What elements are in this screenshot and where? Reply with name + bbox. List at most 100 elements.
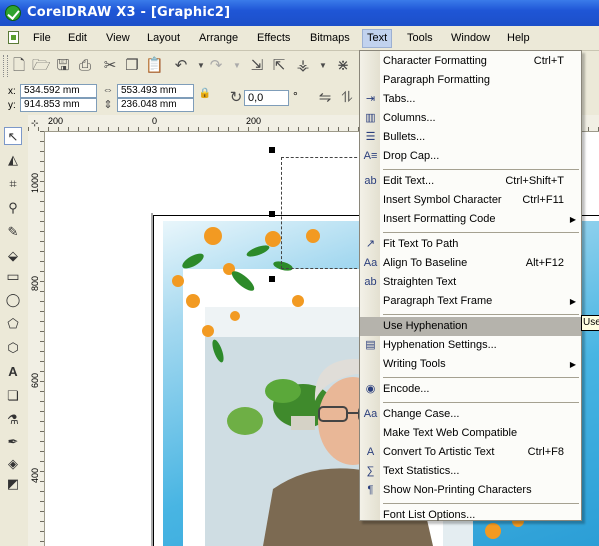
menu-window[interactable]: Window [447, 30, 494, 47]
new-document-icon[interactable]: 🗋 [10, 57, 28, 75]
menu-item-use-hyphenation[interactable]: Use Hyphenation [360, 317, 581, 336]
menu-item-encode[interactable]: ◉ Encode... [360, 380, 581, 399]
encode-icon: ◉ [365, 383, 376, 395]
menu-item-change-case[interactable]: Aa Change Case... [360, 405, 581, 424]
menu-item-insert-symbol-character[interactable]: Insert Symbol Character Ctrl+F11 [360, 191, 581, 210]
lock-ratio-icon[interactable]: 🔒 [198, 87, 212, 101]
menu-item-tabs[interactable]: ⇥ Tabs... [360, 90, 581, 109]
rectangle-tool-icon[interactable]: ▭ [4, 267, 22, 285]
open-document-icon[interactable]: 🗁 [32, 57, 51, 75]
text-tool-icon[interactable]: A [4, 363, 22, 381]
menu-item-font-list-options[interactable]: Font List Options... [360, 506, 581, 525]
selection-handle[interactable] [269, 276, 275, 282]
redo-icon[interactable]: ↷ [207, 57, 225, 75]
menu-item-paragraph-text-frame[interactable]: Paragraph Text Frame ▶ [360, 292, 581, 311]
menu-item-make-text-web-compatible[interactable]: Make Text Web Compatible [360, 424, 581, 443]
menu-effects[interactable]: Effects [253, 30, 294, 47]
menu-item-bullets[interactable]: ☰ Bullets... [360, 128, 581, 147]
menu-separator [383, 169, 579, 170]
menu-item-writing-tools[interactable]: Writing Tools ▶ [360, 355, 581, 374]
redo-dropdown-icon[interactable]: ▼ [228, 57, 246, 75]
menu-item-text-statistics[interactable]: ∑ Text Statistics... [360, 462, 581, 481]
coreldraw-app-icon[interactable] [5, 5, 21, 21]
document-icon[interactable] [8, 31, 19, 44]
undo-icon[interactable]: ↶ [172, 57, 190, 75]
menu-item-label: Straighten Text [383, 276, 457, 288]
menu-edit[interactable]: Edit [64, 30, 91, 47]
launcher-dropdown-icon[interactable]: ▼ [314, 57, 332, 75]
interactive-fill-tool-icon[interactable]: ◩ [4, 475, 22, 493]
print-icon[interactable]: ⎙ [76, 57, 94, 75]
rotation-angle-field[interactable]: 0,0 [244, 90, 289, 106]
outline-tool-icon[interactable]: ✒ [4, 433, 22, 451]
paste-icon[interactable]: 📋 [145, 57, 164, 75]
menu-item-hyphenation-settings[interactable]: ▤ Hyphenation Settings... [360, 336, 581, 355]
menu-item-insert-formatting-code[interactable]: Insert Formatting Code ▶ [360, 210, 581, 229]
zoom-tool-icon[interactable]: ⚲ [4, 199, 22, 217]
interactive-blend-tool-icon[interactable]: ❏ [4, 387, 22, 405]
import-icon[interactable]: ⇲ [248, 57, 266, 75]
crop-tool-icon[interactable]: ⌗ [4, 175, 22, 193]
shape-tool-icon[interactable]: ◭ [4, 151, 22, 169]
export-icon[interactable]: ⇱ [270, 57, 288, 75]
x-position-field[interactable]: 534.592 mm [20, 84, 97, 98]
drop-cap-icon: A≡ [363, 150, 378, 162]
menu-file[interactable]: File [29, 30, 55, 47]
menu-tools[interactable]: Tools [403, 30, 437, 47]
toolbar-grip[interactable] [3, 55, 8, 77]
menu-item-align-to-baseline[interactable]: Aa Align To Baseline Alt+F12 [360, 254, 581, 273]
save-icon[interactable]: 🖫 [54, 57, 72, 75]
menu-item-show-non-printing-characters[interactable]: ¶ Show Non-Printing Characters [360, 481, 581, 500]
submenu-arrow-icon: ▶ [569, 297, 576, 306]
menu-bitmaps[interactable]: Bitmaps [306, 30, 354, 47]
object-height-field[interactable]: 236.048 mm [117, 98, 194, 112]
menu-separator [383, 314, 579, 315]
menu-item-label: Insert Formatting Code [383, 213, 496, 225]
ruler-v-tick: 800 [30, 275, 40, 291]
object-width-field[interactable]: 553.493 mm [117, 84, 194, 98]
menu-item-drop-cap[interactable]: A≡ Drop Cap... [360, 147, 581, 166]
copy-icon[interactable]: ❐ [123, 57, 141, 75]
menu-arrange[interactable]: Arrange [195, 30, 242, 47]
change-case-icon: Aa [363, 408, 378, 420]
fill-tool-icon[interactable]: ◈ [4, 455, 22, 473]
basic-shapes-tool-icon[interactable]: ⬡ [4, 339, 22, 357]
mirror-horizontal-icon[interactable]: ⇋ [316, 89, 334, 107]
text-statistics-icon: ∑ [366, 465, 375, 477]
text-menu-dropdown: Character Formatting Ctrl+T Paragraph Form… [359, 50, 582, 521]
mirror-vertical-icon[interactable]: ⥮ [338, 89, 356, 107]
y-position-field[interactable]: 914.853 mm [20, 98, 97, 112]
menu-item-label: Use Hyphenation [383, 320, 468, 332]
tabs-icon: ⇥ [365, 93, 376, 105]
columns-icon: ▥ [365, 112, 376, 124]
menu-help[interactable]: Help [503, 30, 534, 47]
cut-icon[interactable]: ✂ [101, 57, 119, 75]
freehand-tool-icon[interactable]: ✎ [4, 223, 22, 241]
selection-handle[interactable] [269, 211, 275, 217]
snap-icon[interactable]: ⋇ [334, 57, 352, 75]
ruler-v-tick: 600 [30, 372, 40, 388]
menu-item-edit-text[interactable]: ab Edit Text... Ctrl+Shift+T [360, 172, 581, 191]
menu-text[interactable]: Text [362, 29, 393, 48]
smart-fill-tool-icon[interactable]: ⬙ [4, 247, 22, 265]
menu-item-label: Tabs... [383, 93, 416, 105]
menu-layout[interactable]: Layout [143, 30, 184, 47]
menu-separator [383, 232, 579, 233]
selection-handle[interactable] [269, 147, 275, 153]
edit-text-icon: ab [364, 175, 377, 187]
menu-item-straighten-text[interactable]: ab Straighten Text [360, 273, 581, 292]
menu-item-shortcut: Ctrl+F11 [522, 194, 564, 206]
menu-item-character-formatting[interactable]: Character Formatting Ctrl+T [360, 52, 581, 71]
polygon-tool-icon[interactable]: ⬠ [4, 315, 22, 333]
menu-view[interactable]: View [102, 30, 134, 47]
menu-item-paragraph-formatting[interactable]: Paragraph Formatting [360, 71, 581, 90]
pick-tool-icon[interactable]: ↖ [4, 127, 22, 145]
vertical-ruler[interactable]: 1000 800 600 400 [28, 131, 45, 546]
y-label: y: [8, 100, 16, 111]
application-launcher-icon[interactable]: ⚶ [294, 57, 312, 75]
menu-item-convert-to-artistic-text[interactable]: A Convert To Artistic Text Ctrl+F8 [360, 443, 581, 462]
ellipse-tool-icon[interactable]: ◯ [4, 291, 22, 309]
eyedropper-tool-icon[interactable]: ⚗ [4, 411, 22, 429]
menu-item-columns[interactable]: ▥ Columns... [360, 109, 581, 128]
menu-item-fit-text-to-path[interactable]: ↗ Fit Text To Path [360, 235, 581, 254]
